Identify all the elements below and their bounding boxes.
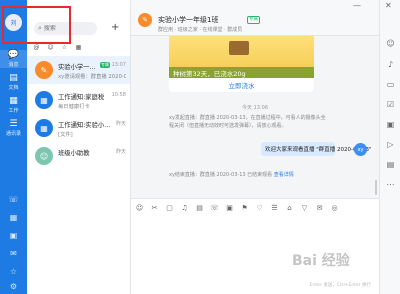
- minimize-button[interactable]: —: [353, 1, 361, 10]
- chat-time: 昨天: [115, 149, 126, 155]
- folder-icon[interactable]: ▭: [385, 79, 396, 90]
- grid-icon: ▦: [9, 96, 18, 106]
- file-icon[interactable]: ▤: [195, 203, 204, 212]
- scrollbar[interactable]: [375, 180, 377, 195]
- more-icon[interactable]: ⋯: [385, 179, 396, 190]
- phone-icon[interactable]: ☏: [8, 194, 19, 205]
- star-filter-icon[interactable]: ☆: [60, 44, 69, 51]
- mail-icon[interactable]: ✉: [315, 203, 324, 212]
- chat-item[interactable]: ☺ 班级小助教 昨天: [27, 142, 130, 170]
- assistant-avatar: ☺: [35, 147, 53, 165]
- group-icon[interactable]: ☺: [385, 38, 396, 49]
- chat-time: 13:07: [111, 62, 126, 68]
- tree-card[interactable]: 种树第32天，已浇水20g 立即浇水: [169, 36, 314, 92]
- home-icon[interactable]: ⌂: [285, 203, 294, 212]
- flag-icon[interactable]: ⚑: [240, 203, 249, 212]
- call-icon[interactable]: ☏: [210, 203, 219, 212]
- chat-list-panel: ⌕ + @ ☺ ☆ ▦ ✎ 实验小学一... 专属 13:07 xy邀请观看：群…: [27, 0, 131, 294]
- chat-title: 实验小学一...: [58, 64, 96, 71]
- exclusive-badge: 专属: [100, 62, 110, 68]
- nav-label: 文档: [8, 85, 19, 91]
- time-separator: 今天 13:06: [242, 105, 268, 111]
- nav-rail: 刘 💬 消息 ▤ 文档 ▦ 工作 ☰ 通讯录 ☏ ▦ ▣ ✉ ☆ ⚙: [0, 0, 27, 294]
- group-title[interactable]: 实验小学一年级1班: [158, 15, 218, 25]
- chat-title: 工作通知:家庭税: [58, 94, 105, 101]
- chat-preview: [文件]: [58, 132, 73, 138]
- audio-icon[interactable]: ♫: [180, 203, 189, 212]
- scissors-icon[interactable]: ✂: [150, 203, 159, 212]
- right-toolbar: ✕ ☺ ♪ ▭ ☑ ▣ ▷ ▤ ⋯: [379, 0, 400, 294]
- search-input[interactable]: [43, 25, 89, 32]
- play-icon[interactable]: ▷: [385, 139, 396, 150]
- system-message: xy发起直播：群直播 2020-03-13，在直播过程中，可看人的摄像头全程关闭…: [169, 115, 326, 129]
- view-details-link[interactable]: 查看详情: [274, 172, 294, 178]
- emoji-filter-icon[interactable]: ☺: [46, 44, 55, 51]
- nav-item-work[interactable]: ▦ 工作: [0, 96, 27, 114]
- tree-icon: [229, 41, 249, 55]
- document-icon: ▤: [9, 73, 18, 83]
- mention-filter-icon[interactable]: @: [32, 44, 41, 51]
- chat-time: 10:58: [111, 92, 126, 98]
- vote-icon[interactable]: ▽: [300, 203, 309, 212]
- watermark: Bai 经验: [292, 253, 350, 269]
- group-subtitle: 群应用 · 班级之家 · 在线课堂 · 群成员: [158, 27, 243, 33]
- screenshot-icon[interactable]: ▢: [165, 203, 174, 212]
- work-notice-avatar: ▦: [35, 91, 53, 109]
- search-icon: ⌕: [38, 24, 42, 32]
- nav-item-messages[interactable]: 💬 消息: [0, 50, 27, 68]
- image-icon[interactable]: ▣: [385, 119, 396, 130]
- todo-icon[interactable]: ☑: [385, 99, 396, 110]
- nav-item-docs[interactable]: ▤ 文档: [0, 73, 27, 91]
- sender-avatar[interactable]: xy: [354, 143, 367, 156]
- star-icon[interactable]: ☆: [8, 266, 19, 277]
- chat-bubble-icon: 💬: [7, 50, 20, 60]
- bell-icon[interactable]: ♪: [385, 59, 396, 70]
- calendar-icon[interactable]: ▦: [8, 212, 19, 223]
- search-box[interactable]: ⌕: [34, 22, 97, 35]
- grid-filter-icon[interactable]: ▦: [74, 44, 83, 51]
- mail-icon[interactable]: ✉: [8, 248, 19, 259]
- chat-time: 昨天: [115, 121, 126, 127]
- composer-toolbar: ☺ ✂ ▢ ♫ ▤ ☏ ▣ ⚑ ♡ ☰ ⌂ ▽ ✉ ◎: [135, 203, 339, 212]
- list-filters: @ ☺ ☆ ▦: [32, 44, 127, 51]
- drive-icon[interactable]: ▣: [8, 230, 19, 241]
- water-now-link[interactable]: 立即浇水: [169, 80, 314, 90]
- target-icon[interactable]: ◎: [330, 203, 339, 212]
- message-bubble[interactable]: 欢迎大家来观看直播 "群直播 2020-03-13": [261, 142, 372, 156]
- send-hint: Enter 发送，Ctrl+Enter 换行: [309, 283, 371, 288]
- close-button[interactable]: ✕: [385, 1, 392, 10]
- nav-label: 工作: [8, 108, 19, 114]
- group-icon: ✎: [138, 13, 152, 27]
- contacts-icon: ☰: [9, 119, 18, 129]
- chat-title: 班级小助教: [58, 150, 90, 157]
- image-icon[interactable]: ▣: [225, 203, 234, 212]
- nav-label: 消息: [8, 62, 19, 68]
- composer[interactable]: ☺ ✂ ▢ ♫ ▤ ☏ ▣ ⚑ ♡ ☰ ⌂ ▽ ✉ ◎ Enter 发送，Ctr…: [131, 198, 379, 294]
- nav-item-contacts[interactable]: ☰ 通讯录: [0, 119, 27, 137]
- add-icon[interactable]: +: [111, 22, 119, 33]
- list-icon[interactable]: ☰: [270, 203, 279, 212]
- system-message: xy结束直播：群直播 2020-03-13 已结束观看 查看详情: [169, 171, 294, 178]
- chat-title: 工作通知:实验小...: [58, 122, 111, 129]
- tree-image: 种树第32天，已浇水20g: [169, 36, 314, 78]
- group-avatar: ✎: [35, 61, 53, 79]
- system-message-text: xy结束直播：群直播 2020-03-13 已结束观看: [169, 172, 273, 178]
- like-icon[interactable]: ♡: [255, 203, 264, 212]
- work-notice-avatar: ▦: [35, 119, 53, 137]
- chat-item[interactable]: ▦ 工作通知:家庭税 10:58 每日健康打卡: [27, 86, 130, 114]
- chat-item[interactable]: ▦ 工作通知:实验小... 昨天 [文件]: [27, 114, 130, 142]
- chat-preview: xy邀请观看：群直播 2020-0...: [58, 74, 126, 80]
- exclusive-badge: 专属: [247, 16, 260, 24]
- chat-header: ✎ 实验小学一年级1班 专属 群应用 · 班级之家 · 在线课堂 · 群成员 —: [131, 0, 379, 36]
- user-avatar[interactable]: 刘: [5, 14, 22, 31]
- settings-icon[interactable]: ⚙: [8, 281, 19, 292]
- emoji-icon[interactable]: ☺: [135, 203, 144, 212]
- nav-label: 通讯录: [5, 131, 21, 137]
- card-overlay-text: 种树第32天，已浇水20g: [173, 70, 246, 78]
- chat-item[interactable]: ✎ 实验小学一... 专属 13:07 xy邀请观看：群直播 2020-0...: [27, 56, 130, 84]
- message-icon[interactable]: ▤: [385, 159, 396, 170]
- chat-preview: 每日健康打卡: [58, 104, 90, 110]
